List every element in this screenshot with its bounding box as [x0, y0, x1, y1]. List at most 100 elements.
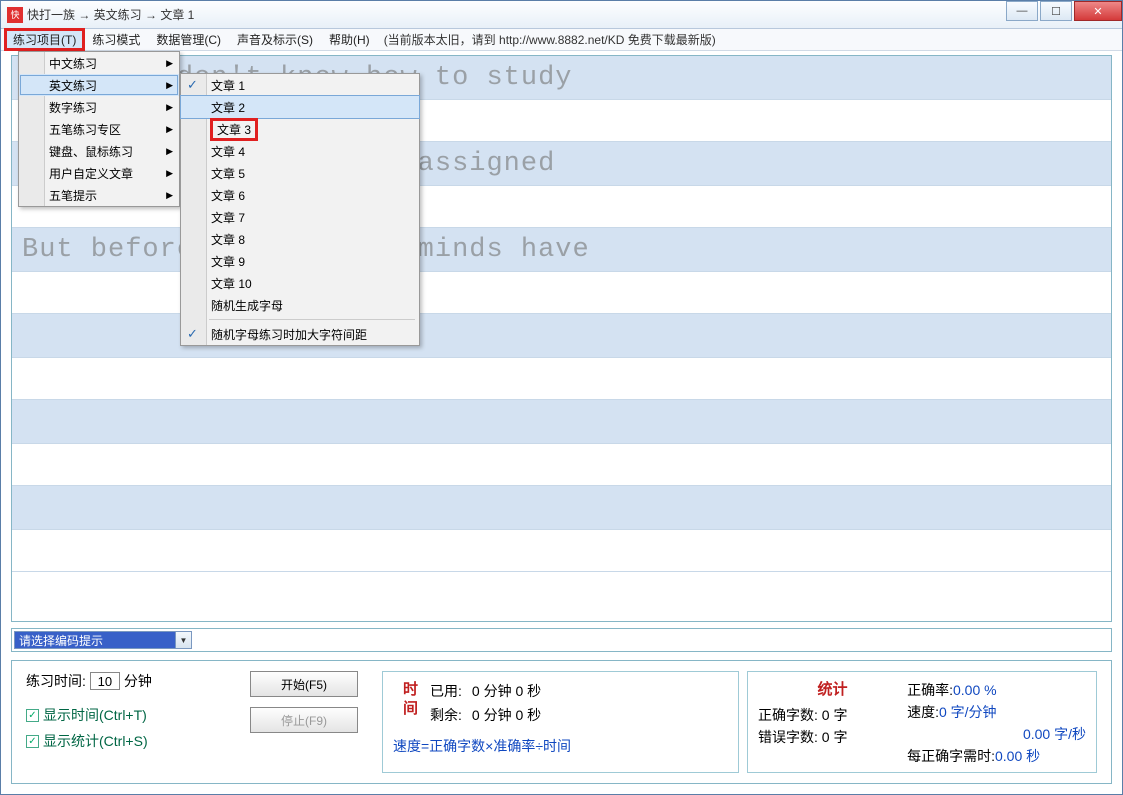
submenu-article-6[interactable]: 文章 6: [181, 184, 419, 206]
submenu-item-label: 文章 9: [211, 253, 245, 270]
arrow-right-icon: ▶: [166, 80, 173, 91]
dropdown-item-label: 英文练习: [49, 77, 97, 94]
dropdown-item-label: 数字练习: [49, 99, 97, 116]
accuracy-value: 0.00 %: [953, 682, 997, 698]
menu-data-mgmt[interactable]: 数据管理(C): [148, 29, 229, 50]
arrow-right-icon: ▶: [166, 58, 173, 69]
maximize-button[interactable]: ☐: [1040, 1, 1072, 21]
speed-label: 速度:: [907, 704, 939, 720]
stats-header: 统计: [758, 678, 907, 699]
stats-panel: 统计 正确字数: 0 字 错误字数: 0 字 正确率:0.00 % 速度:0 字…: [747, 671, 1097, 773]
accuracy-label: 正确率:: [907, 682, 953, 698]
app-icon: 快: [7, 7, 23, 23]
submenu-article-5[interactable]: 文章 5: [181, 162, 419, 184]
show-stats-label: 显示统计(Ctrl+S): [43, 731, 148, 751]
submenu-item-label: 文章 6: [211, 187, 245, 204]
submenu-article-9[interactable]: 文章 9: [181, 250, 419, 272]
input-line[interactable]: [12, 443, 1111, 486]
dropdown-item-english[interactable]: 英文练习 ▶: [19, 74, 179, 96]
submenu-item-label: 随机字母练习时加大字符间距: [211, 326, 367, 343]
menubar: 练习项目(T) 练习模式 数据管理(C) 声音及标示(S) 帮助(H) (当前版…: [1, 29, 1122, 51]
practice-time-label: 练习时间:: [26, 671, 86, 691]
stop-button[interactable]: 停止(F9): [250, 707, 358, 733]
submenu-spacing-option[interactable]: ✓ 随机字母练习时加大字符间距: [181, 323, 419, 345]
per-char-label: 每正确字需时:: [907, 748, 995, 764]
dropdown-item-keyboard-mouse[interactable]: 键盘、鼠标练习 ▶: [19, 140, 179, 162]
bottom-panel: 练习时间: 分钟 ✓ 显示时间(Ctrl+T) ✓ 显示统计(Ctrl+S) 开…: [11, 660, 1112, 784]
practice-time-unit: 分钟: [124, 671, 152, 691]
submenu-article-3[interactable]: 文章 3: [181, 118, 419, 140]
submenu-item-label: 文章 10: [211, 275, 252, 292]
time-used-label: 已用:: [426, 680, 466, 702]
submenu-item-label: 文章 3: [211, 119, 257, 140]
dropdown-item-number[interactable]: 数字练习▶: [19, 96, 179, 118]
dropdown-item-label: 中文练习: [49, 55, 97, 72]
sample-line: But before long, their minds have: [12, 228, 1111, 271]
submenu-article-2[interactable]: 文章 2: [181, 96, 419, 118]
input-line[interactable]: [12, 529, 1111, 572]
wrong-chars-value: 0 字: [822, 729, 848, 745]
time-left-label: 剩余:: [426, 704, 466, 726]
check-icon: ✓: [187, 77, 198, 93]
menu-info-text: (当前版本太旧，请到 http://www.8882.net/KD 免费下载最新…: [378, 31, 716, 48]
submenu-item-label: 文章 1: [211, 77, 245, 94]
menu-sound[interactable]: 声音及标示(S): [229, 29, 321, 50]
chevron-down-icon[interactable]: ▼: [175, 632, 191, 648]
sample-line: [12, 486, 1111, 529]
submenu-article-4[interactable]: 文章 4: [181, 140, 419, 162]
submenu-article-1[interactable]: ✓ 文章 1: [181, 74, 419, 96]
menu-divider: [209, 319, 415, 320]
dropdown-item-chinese[interactable]: 中文练习 ▶: [19, 52, 179, 74]
speed-formula: 速度=正确字数×准确率÷时间: [393, 736, 728, 756]
time-panel: 时间 已用: 0 分钟 0 秒 剩余: 0 分钟 0 秒 速度=正确字数×准确率…: [382, 671, 739, 773]
encoding-hint-select[interactable]: 请选择编码提示 ▼: [14, 631, 192, 649]
input-line[interactable]: [12, 357, 1111, 400]
per-char-value: 0.00 秒: [995, 748, 1040, 764]
sample-line: [12, 400, 1111, 443]
close-button[interactable]: ✕: [1074, 1, 1122, 21]
dropdown-item-wubi-hint[interactable]: 五笔提示 ▶: [19, 184, 179, 206]
submenu-item-label: 文章 5: [211, 165, 245, 182]
speed-value-1: 0 字/分钟: [939, 704, 997, 720]
show-time-checkbox[interactable]: ✓ 显示时间(Ctrl+T): [26, 705, 226, 725]
menu-help[interactable]: 帮助(H): [321, 29, 378, 50]
dropdown-item-user-article[interactable]: 用户自定义文章▶: [19, 162, 179, 184]
check-icon: ✓: [187, 326, 198, 342]
titlebar: 快 快打一族 → 英文练习 → 文章 1 — ☐ ✕: [1, 1, 1122, 29]
wrong-chars-label: 错误字数:: [758, 729, 818, 745]
submenu-item-label: 文章 7: [211, 209, 245, 226]
practice-project-dropdown: 中文练习▶ 英文练习▶ 数字练习▶ 五笔练习专区▶ 键盘、鼠标练习▶ 用户自定义…: [18, 51, 180, 207]
speed-value-2: 0.00 字/秒: [1023, 726, 1086, 742]
submenu-random-letters[interactable]: 随机生成字母: [181, 294, 419, 316]
dropdown-item-label: 五笔练习专区: [49, 121, 121, 138]
submenu-item-label: 文章 8: [211, 231, 245, 248]
submenu-item-label: 文章 2: [211, 99, 245, 116]
window-title: 快打一族 → 英文练习 → 文章 1: [27, 6, 194, 23]
encoding-hint-label: 请选择编码提示: [19, 632, 103, 649]
menu-practice-project[interactable]: 练习项目(T): [5, 29, 84, 50]
dropdown-item-label: 用户自定义文章: [49, 165, 133, 182]
input-line[interactable]: [12, 271, 1111, 314]
submenu-article-7[interactable]: 文章 7: [181, 206, 419, 228]
dropdown-item-label: 五笔提示: [49, 187, 97, 204]
correct-chars-value: 0 字: [822, 707, 848, 723]
submenu-article-8[interactable]: 文章 8: [181, 228, 419, 250]
show-stats-checkbox[interactable]: ✓ 显示统计(Ctrl+S): [26, 731, 226, 751]
practice-time-input[interactable]: [90, 672, 120, 690]
arrow-right-icon: ▶: [166, 146, 173, 157]
arrow-right-icon: ▶: [166, 124, 173, 135]
submenu-article-10[interactable]: 文章 10: [181, 272, 419, 294]
correct-chars-label: 正确字数:: [758, 707, 818, 723]
checkbox-icon: ✓: [26, 709, 39, 722]
sample-line: [12, 314, 1111, 357]
hint-row: 请选择编码提示 ▼: [11, 628, 1112, 652]
minimize-button[interactable]: —: [1006, 1, 1038, 21]
dropdown-item-wubi-zone[interactable]: 五笔练习专区 ▶: [19, 118, 179, 140]
arrow-right-icon: ▶: [166, 190, 173, 201]
menu-practice-mode[interactable]: 练习模式: [84, 29, 148, 50]
submenu-item-label: 随机生成字母: [211, 297, 283, 314]
time-used-value: 0 分钟 0 秒: [468, 680, 545, 702]
dropdown-item-label: 键盘、鼠标练习: [49, 143, 133, 160]
start-button[interactable]: 开始(F5): [250, 671, 358, 697]
checkbox-icon: ✓: [26, 735, 39, 748]
